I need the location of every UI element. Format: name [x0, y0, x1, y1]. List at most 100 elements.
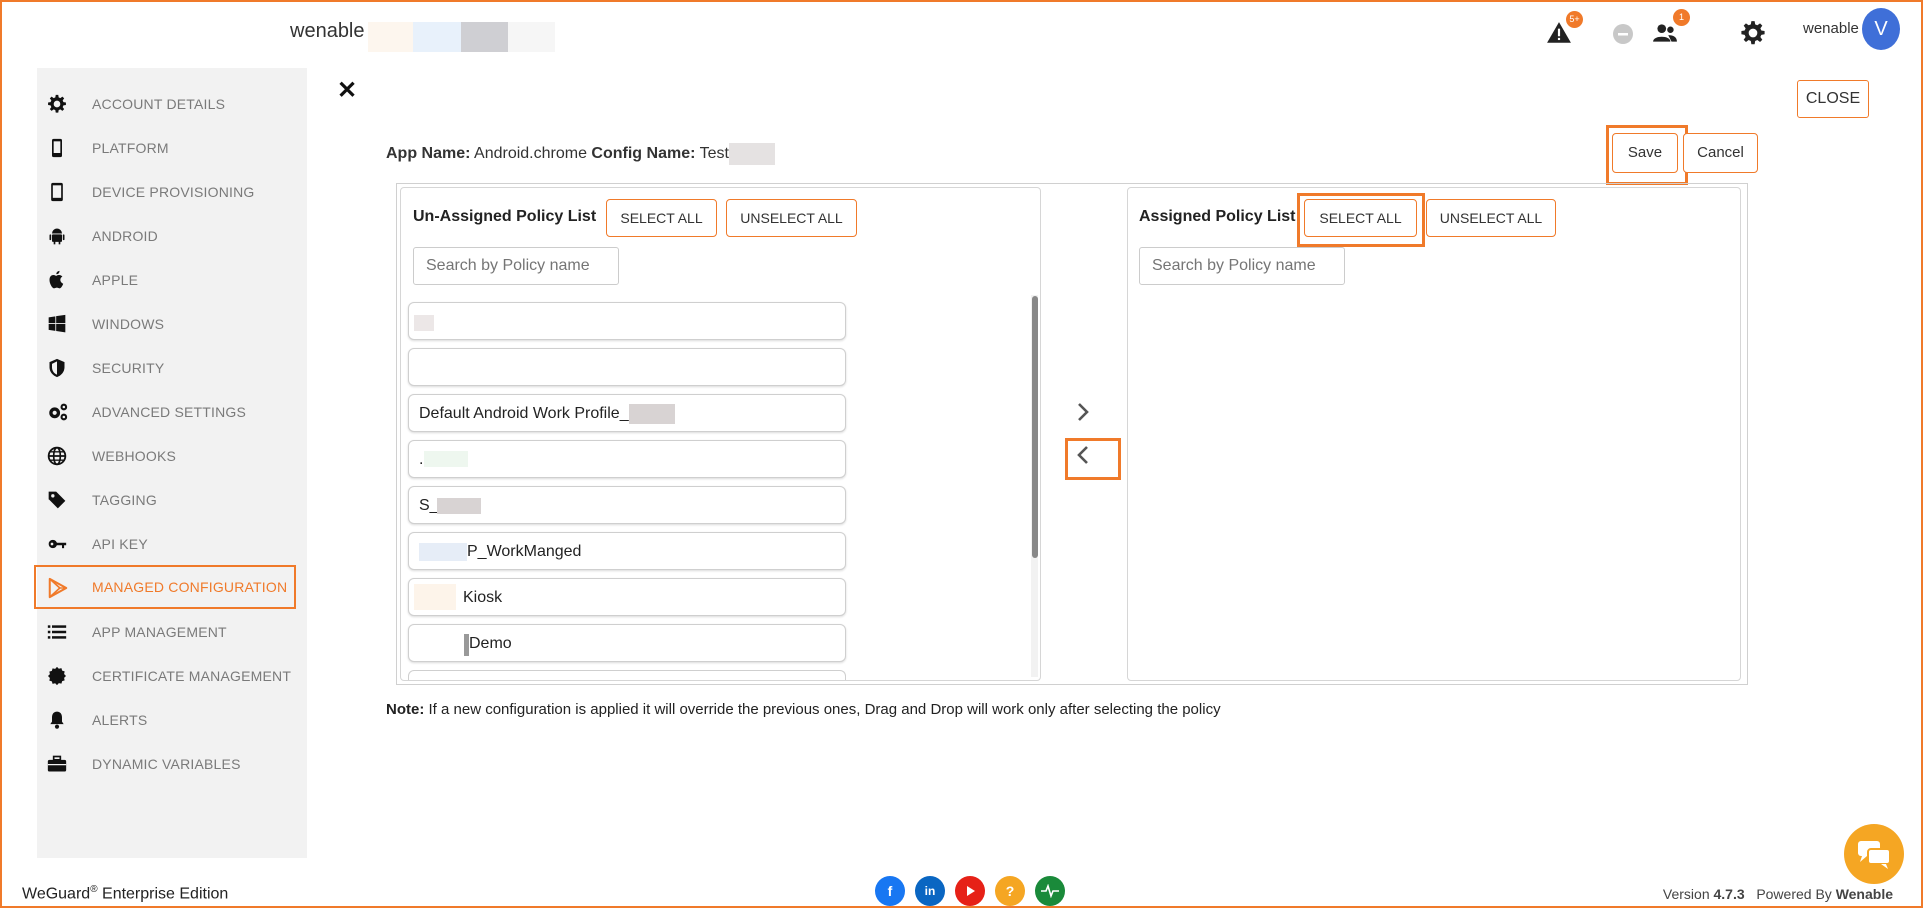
- brand-name: wenable: [290, 20, 365, 42]
- sidebar-item-apple[interactable]: APPLE: [37, 258, 307, 302]
- sidebar-item-advanced-settings[interactable]: ADVANCED SETTINGS: [37, 390, 307, 434]
- redacted-block: [414, 584, 456, 610]
- chat-widget-button[interactable]: [1844, 824, 1904, 884]
- app-name-label: App Name:: [386, 145, 471, 163]
- save-button[interactable]: Save: [1612, 133, 1678, 173]
- users-badge: 1: [1673, 9, 1690, 26]
- list-scrollbar-thumb[interactable]: [1032, 296, 1038, 558]
- android-icon: [47, 226, 67, 246]
- close-icon[interactable]: ✕: [337, 76, 357, 105]
- status-dnd-icon[interactable]: [1611, 22, 1637, 48]
- unassigned-select-all-button[interactable]: SELECT ALL: [606, 199, 717, 237]
- list-item-partial[interactable]: [408, 670, 846, 680]
- youtube-icon[interactable]: [955, 876, 985, 906]
- globe-icon: [47, 446, 67, 466]
- sidebar-item-android[interactable]: ANDROID: [37, 214, 307, 258]
- status-pulse-icon[interactable]: [1035, 876, 1065, 906]
- mobile-icon: [47, 182, 67, 202]
- redacted-block: [508, 22, 555, 52]
- sidebar-item-label: PLATFORM: [92, 140, 169, 156]
- sidebar-item-label: APP MANAGEMENT: [92, 624, 227, 640]
- sidebar-item-alerts[interactable]: ALERTS: [37, 698, 307, 742]
- sidebar-item-api-key[interactable]: API KEY: [37, 522, 307, 566]
- sidebar-item-app-management[interactable]: APP MANAGEMENT: [37, 610, 307, 654]
- product-edition: WeGuard® Enterprise Edition: [22, 884, 229, 903]
- app-name-value: Android.chrome: [474, 145, 587, 163]
- linkedin-icon[interactable]: in: [915, 876, 945, 906]
- list-item[interactable]: [408, 348, 846, 386]
- footer: WeGuard® Enterprise Edition f in ? Versi…: [0, 858, 1923, 908]
- sidebar-item-dynamic-variables[interactable]: DYNAMIC VARIABLES: [37, 742, 307, 786]
- version-info: Version 4.7.3 Powered By Wenable: [1662, 886, 1893, 902]
- list-item[interactable]: .: [408, 440, 846, 478]
- assigned-search-input[interactable]: [1139, 247, 1345, 285]
- sidebar-item-label: WINDOWS: [92, 316, 165, 332]
- sidebar-item-label: CERTIFICATE MANAGEMENT: [92, 668, 292, 684]
- redacted-block: [728, 143, 775, 165]
- sidebar-item-label: APPLE: [92, 272, 139, 288]
- sidebar-item-label: DYNAMIC VARIABLES: [92, 756, 241, 772]
- sidebar-item-certificate-management[interactable]: CERTIFICATE MANAGEMENT: [37, 654, 307, 698]
- list-icon: [47, 622, 67, 642]
- assigned-unselect-all-button[interactable]: UNSELECT ALL: [1426, 199, 1556, 237]
- help-icon[interactable]: ?: [995, 876, 1025, 906]
- redacted-block: [414, 315, 434, 331]
- sidebar-item-label: ANDROID: [92, 228, 158, 244]
- redacted-block: [437, 498, 481, 514]
- sidebar-item-platform[interactable]: PLATFORM: [37, 126, 307, 170]
- list-item[interactable]: P_WorkManged: [408, 532, 846, 570]
- users-icon[interactable]: [1652, 20, 1678, 46]
- sidebar-item-managed-configuration[interactable]: MANAGED CONFIGURATION: [34, 565, 296, 609]
- unassigned-search-input[interactable]: [413, 247, 619, 285]
- sidebar-item-label: MANAGED CONFIGURATION: [92, 579, 288, 595]
- sidebar-item-tagging[interactable]: TAGGING: [37, 478, 307, 522]
- config-name-value: Test: [699, 145, 729, 163]
- unassigned-unselect-all-button[interactable]: UNSELECT ALL: [726, 199, 857, 237]
- assigned-title: Assigned Policy List: [1139, 208, 1296, 225]
- close-button[interactable]: CLOSE: [1797, 80, 1869, 118]
- list-item[interactable]: [408, 302, 846, 340]
- sidebar: ACCOUNT DETAILS PLATFORM DEVICE PROVISIO…: [34, 68, 307, 858]
- redacted-block: [461, 22, 508, 52]
- bell-icon: [47, 710, 67, 730]
- list-item[interactable]: Default Android Work Profile_: [408, 394, 846, 432]
- note: Note: If a new configuration is applied …: [386, 701, 1221, 718]
- shield-icon: [47, 358, 67, 378]
- list-item[interactable]: Kiosk: [408, 578, 846, 616]
- redacted-block: [424, 451, 468, 467]
- sidebar-item-webhooks[interactable]: WEBHOOKS: [37, 434, 307, 478]
- facebook-icon[interactable]: f: [875, 876, 905, 906]
- sidebar-item-label: DEVICE PROVISIONING: [92, 184, 255, 200]
- config-name-label: Config Name:: [591, 145, 696, 163]
- sidebar-item-device-provisioning[interactable]: DEVICE PROVISIONING: [37, 170, 307, 214]
- sidebar-item-label: API KEY: [92, 536, 148, 552]
- list-item[interactable]: S_: [408, 486, 846, 524]
- user-name[interactable]: wenable: [1803, 20, 1859, 37]
- note-label: Note:: [386, 701, 425, 718]
- tag-icon: [47, 490, 67, 510]
- apple-icon: [47, 270, 67, 290]
- gear-icon: [47, 94, 67, 114]
- list-item[interactable]: Demo: [408, 624, 846, 662]
- alerts-badge: 5+: [1566, 11, 1583, 28]
- move-left-chevron-icon[interactable]: [1074, 442, 1092, 474]
- sidebar-item-account-details[interactable]: ACCOUNT DETAILS: [37, 82, 307, 126]
- sidebar-item-label: ALERTS: [92, 712, 148, 728]
- certificate-icon: [47, 666, 67, 686]
- sidebar-item-label: TAGGING: [92, 492, 157, 508]
- sidebar-item-label: ACCOUNT DETAILS: [92, 96, 226, 112]
- redacted-block: [419, 543, 467, 561]
- cancel-button[interactable]: Cancel: [1683, 133, 1758, 173]
- top-bar: wenable 5+ 1 wenable V: [0, 0, 1923, 68]
- phone-icon: [47, 138, 67, 158]
- sidebar-item-security[interactable]: SECURITY: [37, 346, 307, 390]
- windows-icon: [47, 314, 67, 334]
- settings-gear-icon[interactable]: [1740, 20, 1766, 46]
- avatar[interactable]: V: [1862, 8, 1900, 50]
- sidebar-item-label: ADVANCED SETTINGS: [92, 404, 247, 420]
- gears-icon: [47, 402, 68, 422]
- assigned-select-all-button[interactable]: SELECT ALL: [1304, 199, 1417, 237]
- sidebar-item-windows[interactable]: WINDOWS: [37, 302, 307, 346]
- move-right-chevron-icon[interactable]: [1074, 399, 1092, 431]
- key-icon: [47, 534, 67, 554]
